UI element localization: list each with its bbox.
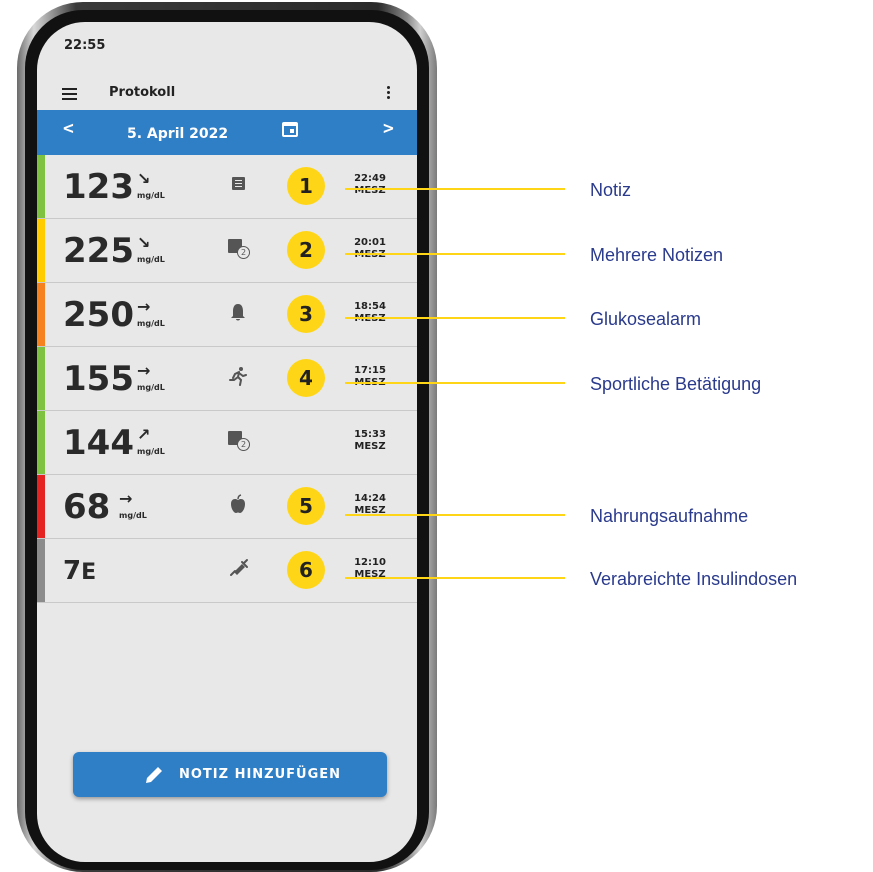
- log-row[interactable]: 155 → mg/dL 4 17:15MESZ: [37, 347, 417, 411]
- insulin-value: 7: [63, 556, 82, 586]
- callout-badge: 5: [287, 487, 325, 525]
- status-bar-time: 22:55: [64, 38, 106, 53]
- row-time: 22:49 MESZ: [350, 173, 390, 197]
- glucose-unit: mg/dL: [119, 511, 147, 520]
- trend-arrow-icon: ↗: [137, 425, 151, 444]
- callout-line: [345, 188, 565, 190]
- apple-icon: [231, 494, 245, 513]
- row-time: 20:01MESZ: [350, 237, 390, 261]
- log-row[interactable]: 225 ↘ mg/dL 2 2 20:01MESZ: [37, 219, 417, 283]
- phone-screen: 22:55 Protokoll < 5. April 2022 > 123 ↘ …: [37, 22, 417, 862]
- glucose-unit: mg/dL: [137, 255, 165, 264]
- glucose-unit: mg/dL: [137, 447, 165, 456]
- add-note-button[interactable]: NOTIZ HINZUFÜGEN: [73, 752, 387, 797]
- row-time: 15:33 MESZ: [350, 429, 390, 453]
- glucose-range-indicator: [37, 347, 45, 410]
- callout-line: [345, 577, 565, 579]
- calendar-icon[interactable]: [282, 122, 298, 137]
- time-zone: MESZ: [354, 441, 386, 452]
- log-row[interactable]: 7E 6 12:10 MESZ: [37, 539, 417, 603]
- callout-label-nahrung: Nahrungsaufnahme: [590, 506, 749, 526]
- page-title: Protokoll: [109, 85, 176, 100]
- glucose-unit: mg/dL: [137, 383, 165, 392]
- glucose-value: 225: [63, 231, 134, 271]
- glucose-value: 250: [63, 295, 134, 335]
- callout-line: [345, 253, 565, 255]
- bell-icon: [231, 304, 245, 321]
- glucose-value: 68: [63, 487, 111, 527]
- date-navigation-bar: < 5. April 2022 >: [37, 110, 417, 155]
- callout-line: [345, 514, 565, 516]
- syringe-icon: [230, 559, 248, 576]
- chevron-left-icon[interactable]: <: [63, 118, 74, 139]
- multiple-notes-icon: 2: [228, 431, 250, 451]
- time-value: 20:01: [354, 237, 386, 248]
- log-list: 123 ↘ mg/dL 1 22:49 MESZ 225 ↘ mg/dL 2 2 …: [37, 155, 417, 603]
- callout-label-insulin: Verabreichte Insulindosen: [590, 569, 798, 589]
- add-note-label: NOTIZ HINZUFÜGEN: [179, 767, 342, 782]
- trend-arrow-icon: ↘: [137, 169, 151, 188]
- callout-label-mehrere-notizen: Mehrere Notizen: [590, 245, 724, 265]
- time-value: 12:10: [354, 557, 386, 568]
- trend-arrow-icon: ↘: [137, 233, 151, 252]
- time-zone: MESZ: [354, 185, 386, 196]
- time-value: 17:15: [354, 365, 386, 376]
- running-icon: [229, 367, 247, 386]
- glucose-value: 123: [63, 167, 134, 207]
- callout-badge: 2: [287, 231, 325, 269]
- note-icon: [232, 177, 245, 190]
- glucose-value: 144: [63, 423, 134, 463]
- app-bar: Protokoll: [37, 80, 417, 110]
- callout-badge: 6: [287, 551, 325, 589]
- row-time: 17:15MESZ: [350, 365, 390, 389]
- glucose-range-indicator: [37, 155, 45, 218]
- glucose-range-indicator: [37, 411, 45, 474]
- log-row[interactable]: 144 ↗ mg/dL 2 15:33 MESZ: [37, 411, 417, 475]
- note-count: 2: [237, 246, 250, 259]
- callout-label-glukosealarm: Glukosealarm: [590, 309, 702, 329]
- trend-arrow-icon: →: [137, 361, 151, 380]
- current-date: 5. April 2022: [127, 126, 229, 142]
- callout-badge: 1: [287, 167, 325, 205]
- menu-icon[interactable]: [62, 88, 77, 100]
- callout-label-notiz: Notiz: [590, 180, 632, 200]
- glucose-unit: mg/dL: [137, 319, 165, 328]
- callout-label-sport: Sportliche Betätigung: [590, 374, 762, 394]
- pencil-icon: [146, 767, 162, 783]
- log-row[interactable]: 250 → mg/dL 3 18:54MESZ: [37, 283, 417, 347]
- time-value: 22:49: [354, 173, 386, 184]
- insulin-unit: E: [81, 560, 97, 585]
- callout-line: [345, 382, 565, 384]
- log-row[interactable]: 68 → mg/dL 5 14:24 MESZ: [37, 475, 417, 539]
- glucose-range-indicator: [37, 219, 45, 282]
- trend-arrow-icon: →: [119, 489, 133, 508]
- more-options-icon[interactable]: [387, 86, 391, 101]
- glucose-value: 155: [63, 359, 134, 399]
- time-value: 14:24: [354, 493, 386, 504]
- callout-badge: 3: [287, 295, 325, 333]
- trend-arrow-icon: →: [137, 297, 151, 316]
- glucose-unit: mg/dL: [137, 191, 165, 200]
- chevron-right-icon[interactable]: >: [383, 118, 394, 139]
- glucose-range-indicator: [37, 283, 45, 346]
- insulin-dose: 7E: [63, 551, 96, 593]
- time-value: 15:33: [354, 429, 386, 440]
- note-count: 2: [237, 438, 250, 451]
- callout-line: [345, 317, 565, 319]
- multiple-notes-icon: 2: [228, 239, 250, 259]
- insulin-indicator: [37, 539, 45, 602]
- time-value: 18:54: [354, 301, 386, 312]
- callout-badge: 4: [287, 359, 325, 397]
- glucose-range-indicator: [37, 475, 45, 538]
- log-row[interactable]: 123 ↘ mg/dL 1 22:49 MESZ: [37, 155, 417, 219]
- row-time: 18:54MESZ: [350, 301, 390, 325]
